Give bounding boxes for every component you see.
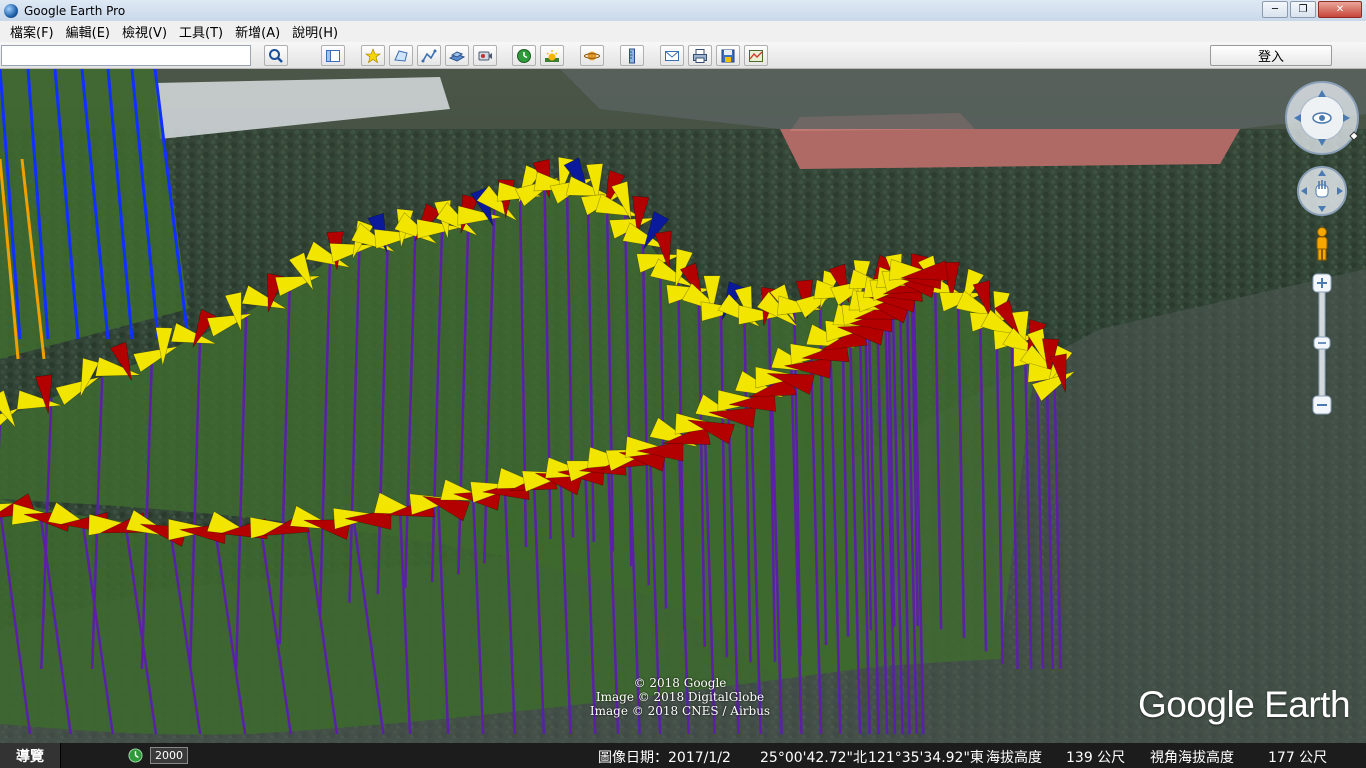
attribution-line: © 2018 Google	[633, 676, 727, 690]
menu-help[interactable]: 說明(H)	[286, 22, 344, 41]
overlay-icon	[449, 50, 465, 62]
historical-imagery-icon	[517, 48, 531, 63]
planets-icon	[584, 51, 600, 60]
placemark-icon	[365, 47, 381, 63]
navigation-label[interactable]: 導覽	[0, 743, 61, 768]
imagery-attribution: © 2018 Google Image © 2018 DigitalGlobe …	[560, 676, 800, 718]
terrain-scene[interactable]	[0, 69, 1366, 743]
elevation-value: 139 公尺	[1066, 750, 1126, 766]
planets-button[interactable]	[580, 45, 604, 66]
print-icon	[693, 48, 707, 63]
window-title: Google Earth Pro	[24, 3, 126, 18]
earth-3d-view[interactable]	[0, 69, 1366, 743]
path-icon	[421, 49, 437, 62]
menu-file[interactable]: 檔案(F)	[4, 22, 60, 41]
search-input[interactable]	[1, 45, 251, 66]
ruler-icon	[629, 48, 635, 63]
eye-altitude-value: 177 公尺	[1268, 750, 1328, 766]
search-icon	[269, 48, 283, 63]
maps-icon	[749, 49, 763, 62]
search-button[interactable]	[264, 45, 288, 66]
zoom-in-button[interactable]	[1312, 273, 1332, 293]
sunlight-icon	[545, 49, 559, 62]
email-button[interactable]	[660, 45, 684, 66]
add-overlay-button[interactable]	[445, 45, 469, 66]
pegman-icon[interactable]	[1312, 226, 1332, 262]
zoom-out-button[interactable]	[1312, 395, 1332, 415]
historical-imagery-button[interactable]	[512, 45, 536, 66]
minimize-button[interactable]: ─	[1262, 1, 1288, 18]
imagery-date: 圖像日期：2017/1/2	[598, 750, 731, 766]
historical-imagery-icon[interactable]	[128, 748, 143, 763]
save-image-button[interactable]	[716, 45, 740, 66]
attribution-line: Image © 2018 DigitalGlobe	[595, 690, 765, 704]
google-earth-app-icon	[4, 3, 18, 18]
email-icon	[665, 50, 679, 61]
latitude: 25°00'42.72"北	[760, 750, 867, 766]
eye-altitude-label: 視角海拔高度	[1150, 750, 1234, 766]
google-earth-logo: Google Earth	[1138, 684, 1351, 725]
attribution-line: Image © 2018 CNES / Airbus	[589, 704, 771, 718]
window-controls: ─ ❐ ✕	[1262, 1, 1362, 18]
maximize-button[interactable]: ❐	[1290, 1, 1316, 18]
print-button[interactable]	[688, 45, 712, 66]
longitude: 121°35'34.92"東	[868, 750, 984, 766]
year-badge[interactable]: 2000	[150, 747, 188, 764]
add-placemark-button[interactable]	[361, 45, 385, 66]
save-image-icon	[721, 49, 735, 62]
polygon-icon	[394, 49, 408, 62]
menu-view[interactable]: 檢視(V)	[116, 22, 173, 41]
ruler-button[interactable]	[620, 45, 644, 66]
view-in-maps-button[interactable]	[744, 45, 768, 66]
sidebar-icon	[326, 49, 340, 62]
sunlight-button[interactable]	[540, 45, 564, 66]
login-button[interactable]: 登入	[1210, 45, 1332, 66]
toolbar: 登入	[0, 42, 1366, 69]
menu-add[interactable]: 新增(A)	[229, 22, 286, 41]
zoom-slider[interactable]	[1311, 272, 1333, 416]
red-roof-building	[780, 129, 1240, 169]
close-button[interactable]: ✕	[1318, 1, 1362, 18]
zoom-thumb[interactable]	[1313, 336, 1331, 350]
sidebar-button[interactable]	[321, 45, 345, 66]
move-navigation-control[interactable]	[1296, 165, 1348, 217]
title-bar: Google Earth Pro ─ ❐ ✕	[0, 0, 1366, 21]
menu-edit[interactable]: 編輯(E)	[60, 22, 116, 41]
eye-icon	[1312, 112, 1332, 124]
look-navigation-control[interactable]	[1284, 80, 1360, 156]
add-polygon-button[interactable]	[389, 45, 413, 66]
elevation-label: 海拔高度	[986, 750, 1042, 766]
status-bar: 導覽 2000 圖像日期：2017/1/2 25°00'42.72"北 121°…	[0, 743, 1366, 768]
record-tour-button[interactable]	[473, 45, 497, 66]
record-tour-icon	[478, 51, 492, 60]
add-path-button[interactable]	[417, 45, 441, 66]
menu-tools[interactable]: 工具(T)	[173, 22, 229, 41]
menu-bar: 檔案(F) 編輯(E) 檢視(V) 工具(T) 新增(A) 說明(H)	[0, 21, 1366, 42]
